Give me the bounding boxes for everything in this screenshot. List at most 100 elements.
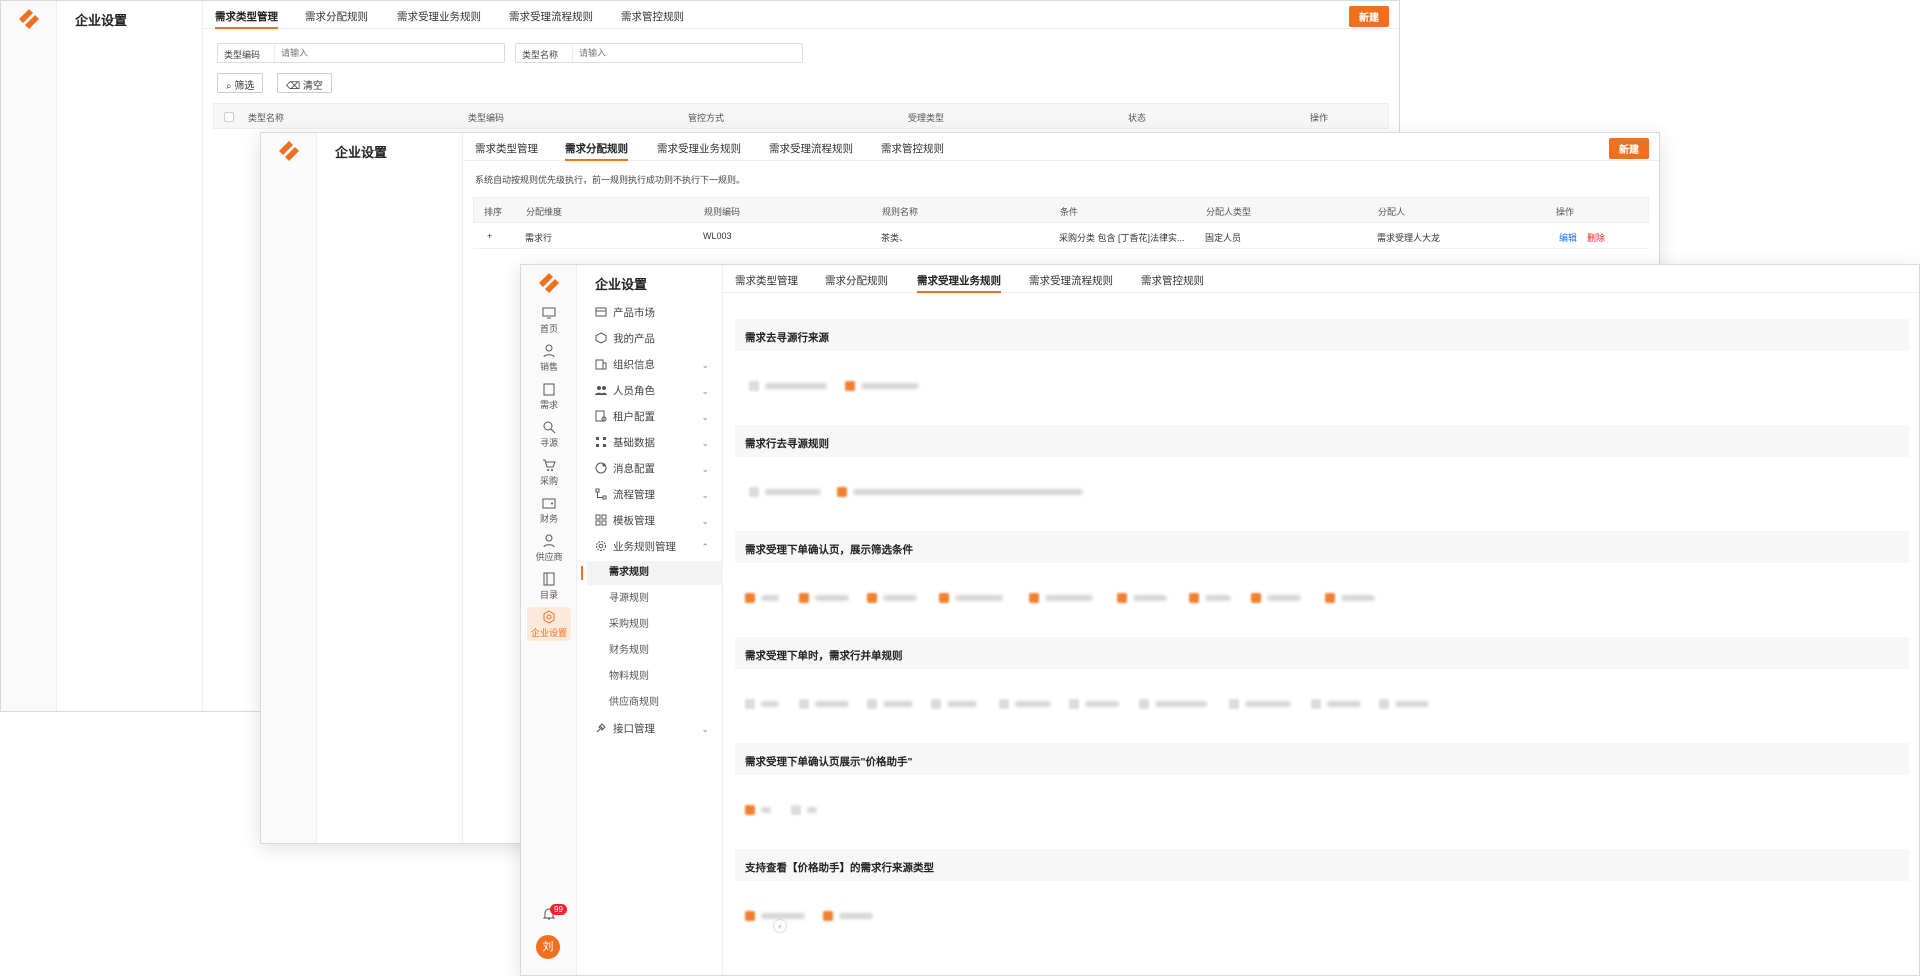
gear-icon	[596, 541, 606, 551]
rule-section: 需求受理下单确认页展示"价格助手"	[735, 743, 1909, 839]
type-code-input[interactable]	[274, 44, 504, 62]
rail-home[interactable]: 首页	[527, 303, 571, 337]
rail-sourcing[interactable]: 寻源	[527, 417, 571, 451]
rail-sales[interactable]: 销售	[527, 341, 571, 375]
option-label-blurred	[1205, 595, 1231, 601]
tab-demand-business[interactable]: 需求受理业务规则	[657, 141, 741, 161]
tab-demand-business[interactable]: 需求受理业务规则	[397, 9, 481, 29]
option-label-blurred	[1133, 595, 1167, 601]
menu-item-label: 接口管理	[613, 723, 655, 735]
menu-item-tenant-config[interactable]: 租户配置 ⌄	[587, 405, 717, 429]
tab-bar: 需求类型管理 需求分配规则 需求受理业务规则 需求受理流程规则 需求管控规则 新…	[203, 1, 1399, 29]
chevron-down-icon: ⌄	[701, 438, 709, 448]
tab-demand-flow[interactable]: 需求受理流程规则	[769, 141, 853, 161]
menu-item-message-config[interactable]: 消息配置 ⌄	[587, 457, 717, 481]
tab-demand-assign[interactable]: 需求分配规则	[305, 9, 368, 29]
tab-demand-control[interactable]: 需求管控规则	[1141, 273, 1204, 293]
tab-demand-flow[interactable]: 需求受理流程规则	[1029, 273, 1113, 293]
section-title: 支持查看【价格助手】的需求行来源类型	[745, 862, 934, 874]
option-label-blurred	[815, 595, 849, 601]
rail-catalog[interactable]: 目录	[527, 569, 571, 603]
filter-button[interactable]: ⌕ 筛选	[217, 73, 264, 93]
checkbox-icon	[939, 593, 949, 603]
tab-demand-type[interactable]: 需求类型管理	[215, 9, 278, 29]
wallet-icon	[542, 498, 556, 509]
cart-icon	[543, 459, 556, 471]
new-button[interactable]: 新建	[1349, 6, 1389, 27]
column-header: 排序	[484, 207, 503, 217]
edit-link[interactable]: 编辑	[1559, 231, 1577, 244]
menu-item-flow-management[interactable]: 流程管理 ⌄	[587, 483, 717, 507]
settings-menu: 企业设置	[317, 133, 463, 843]
menu-group-business-rules[interactable]: 业务规则管理 ⌃	[587, 535, 717, 559]
select-all-checkbox[interactable]	[224, 112, 234, 122]
menu-item-label: 基础数据	[613, 437, 655, 449]
delete-link[interactable]: 删除	[1587, 231, 1605, 244]
rail-demand[interactable]: 需求	[527, 379, 571, 413]
rail-finance[interactable]: 财务	[527, 493, 571, 527]
settings-hex-icon	[543, 610, 555, 624]
rule-section: 需求去寻源行来源	[735, 319, 1909, 415]
menu-item-template-management[interactable]: 模板管理 ⌄	[587, 509, 717, 533]
tab-demand-type[interactable]: 需求类型管理	[735, 273, 798, 293]
tab-demand-flow[interactable]: 需求受理流程规则	[509, 9, 593, 29]
radio-icon	[749, 487, 759, 497]
menu-item-product-market[interactable]: 产品市场	[587, 301, 717, 325]
option-label-blurred	[1245, 701, 1291, 707]
avatar[interactable]: 刘	[536, 935, 560, 959]
sub-item-demand-rules[interactable]: 需求规则	[581, 561, 723, 585]
clear-button[interactable]: ⌫ 清空	[277, 73, 332, 93]
tab-demand-assign[interactable]: 需求分配规则	[825, 273, 888, 293]
menu-item-org-info[interactable]: 组织信息 ⌄	[587, 353, 717, 377]
chevron-down-icon: ⌄	[701, 412, 709, 422]
cell-assignee-type: 固定人员	[1205, 233, 1242, 243]
sub-item-material-rules[interactable]: 物料规则	[587, 665, 723, 689]
column-header: 类型名称	[248, 113, 285, 123]
drag-handle-icon[interactable]: +	[487, 231, 492, 241]
menu-item-api-management[interactable]: 接口管理 ⌄	[587, 717, 717, 741]
option-label-blurred	[955, 595, 1003, 601]
people-icon	[595, 386, 607, 395]
sub-item-finance-rules[interactable]: 财务规则	[587, 639, 723, 663]
rail-purchase[interactable]: 采购	[527, 455, 571, 489]
rail-label: 需求	[539, 400, 558, 410]
menu-title: 企业设置	[335, 145, 388, 160]
checkbox-icon	[1311, 699, 1321, 709]
settings-menu: 企业设置 产品市场 我的产品 组织信息 ⌄ 人员角色 ⌄ 租户配置 ⌄ 基础数据 ⌄ 消…	[577, 265, 787, 975]
section-title: 需求受理下单确认页，展示筛选条件	[745, 544, 913, 556]
option-label-blurred	[883, 595, 917, 601]
option-label-blurred	[761, 595, 779, 601]
column-header: 分配维度	[526, 207, 563, 217]
checkbox-icon	[799, 593, 809, 603]
tab-demand-control[interactable]: 需求管控规则	[881, 141, 944, 161]
rail-enterprise-settings[interactable]: 企业设置	[527, 607, 571, 641]
tab-demand-assign[interactable]: 需求分配规则	[565, 141, 628, 161]
template-icon	[595, 514, 607, 526]
sub-item-supplier-rules[interactable]: 供应商规则	[587, 691, 723, 715]
new-button[interactable]: 新建	[1609, 138, 1649, 159]
table-header: 类型名称 类型编码 管控方式 受理类型 状态 操作	[213, 103, 1389, 129]
column-header: 分配人	[1378, 207, 1406, 217]
sub-item-purchase-rules[interactable]: 采购规则	[587, 613, 723, 637]
tab-demand-control[interactable]: 需求管控规则	[621, 9, 684, 29]
sub-item-sourcing-rules[interactable]: 寻源规则	[587, 587, 723, 611]
search-icon	[543, 421, 556, 434]
column-header: 操作	[1310, 113, 1329, 123]
option-label-blurred	[1395, 701, 1429, 707]
type-name-input[interactable]	[572, 44, 802, 62]
settings-menu: 企业设置	[57, 1, 203, 711]
cell-assignee: 需求受理人大龙	[1377, 233, 1441, 243]
clipboard-icon	[543, 383, 555, 396]
menu-item-my-products[interactable]: 我的产品	[587, 327, 717, 351]
checkbox-icon	[1229, 699, 1239, 709]
rail-label: 财务	[539, 514, 558, 524]
clear-icon: ⌫	[286, 81, 303, 92]
radio-icon	[749, 381, 759, 391]
rail-supplier[interactable]: 供应商	[527, 531, 571, 565]
menu-item-people-roles[interactable]: 人员角色 ⌄	[587, 379, 717, 403]
tab-demand-type[interactable]: 需求类型管理	[475, 141, 538, 161]
checkbox-icon	[745, 699, 755, 709]
type-name-filter: 类型名称	[515, 43, 803, 63]
menu-item-base-data[interactable]: 基础数据 ⌄	[587, 431, 717, 455]
tab-demand-business[interactable]: 需求受理业务规则	[917, 273, 1001, 293]
